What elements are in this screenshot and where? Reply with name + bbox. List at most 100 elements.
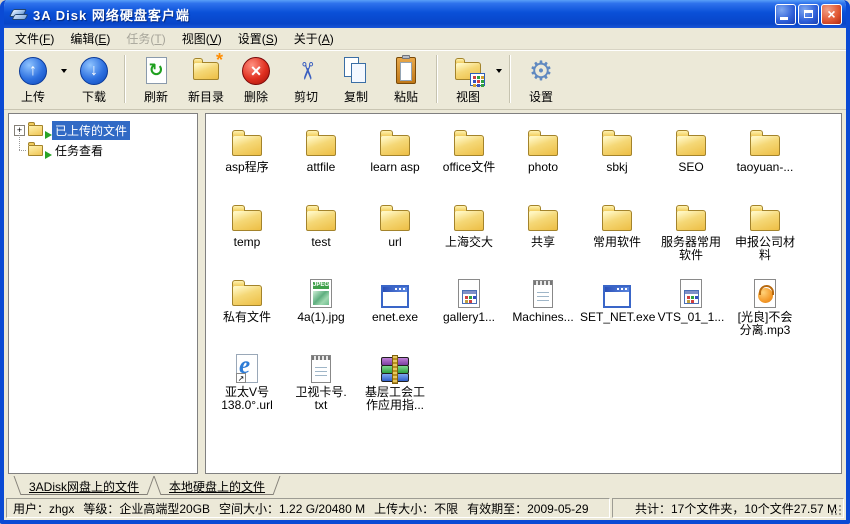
rar-icon [373, 347, 417, 383]
tab-local-disk-files[interactable]: 本地硬盘上的文件 [154, 476, 280, 496]
file-name: 上海交大 [445, 236, 493, 249]
dropdown-arrow-icon[interactable] [496, 69, 502, 73]
delete-button[interactable]: ×删除 [231, 53, 281, 106]
file-item[interactable]: temp [210, 197, 284, 272]
file-name: VTS_01_1... [658, 311, 725, 324]
file-name: 卫视卡号. txt [295, 386, 346, 412]
maximize-button[interactable] [798, 4, 819, 25]
folder-icon [447, 197, 491, 233]
html-icon [669, 272, 713, 308]
file-item[interactable]: 申报公司材 料 [728, 197, 802, 272]
upload-button[interactable]: ↑上传 [8, 53, 58, 106]
file-item[interactable]: 私有文件 [210, 272, 284, 347]
file-item[interactable]: enet.exe [358, 272, 432, 347]
file-name: 服务器常用 软件 [661, 236, 721, 262]
download-button[interactable]: ↓下载 [69, 53, 119, 106]
settings-button[interactable]: ⚙设置 [516, 53, 566, 106]
file-name: SET_NET.exe [580, 311, 654, 324]
file-item[interactable]: Machines... [506, 272, 580, 347]
view-icon [448, 55, 488, 87]
status-info-panel: 用户：zhgx等级：企业高端型20GB空间大小：1.22 G/20480 M上传… [6, 498, 610, 518]
folder-icon [669, 122, 713, 158]
file-name: taoyuan-... [737, 161, 794, 174]
exe-icon [595, 272, 639, 308]
file-item[interactable]: 上海交大 [432, 197, 506, 272]
file-item[interactable]: SET_NET.exe [580, 272, 654, 347]
folder-icon [521, 122, 565, 158]
file-item[interactable]: gallery1... [432, 272, 506, 347]
file-name: 4a(1).jpg [297, 311, 344, 324]
file-item[interactable]: taoyuan-... [728, 122, 802, 197]
paste-button[interactable]: 粘贴 [381, 53, 431, 106]
minimize-button[interactable] [775, 4, 796, 25]
toolbar-button-label: 刷新 [144, 88, 168, 105]
file-item[interactable]: test [284, 197, 358, 272]
tab-label: 本地硬盘上的文件 [169, 480, 265, 494]
menu-task[interactable]: 任务(T) [118, 28, 173, 49]
file-name: temp [234, 236, 261, 249]
folder-icon [595, 122, 639, 158]
folder-icon [299, 197, 343, 233]
file-item[interactable]: asp程序 [210, 122, 284, 197]
resize-grip[interactable] [829, 503, 842, 516]
task-view-folder-icon [28, 142, 48, 158]
file-item[interactable]: 常用软件 [580, 197, 654, 272]
file-name: sbkj [606, 161, 627, 174]
file-name: test [311, 236, 330, 249]
tab-label: 3ADisk网盘上的文件 [29, 480, 139, 494]
folder-icon [299, 122, 343, 158]
toolbar-separator [509, 55, 511, 103]
delete-icon: × [236, 55, 276, 87]
copy-button[interactable]: 复制 [331, 53, 381, 106]
html-icon [447, 272, 491, 308]
toolbar-button-label: 上传 [21, 88, 45, 105]
file-name: office文件 [443, 161, 495, 174]
file-item[interactable]: [光良]不会 分离.mp3 [728, 272, 802, 347]
dropdown-arrow-icon[interactable] [61, 69, 67, 73]
file-item[interactable]: 服务器常用 软件 [654, 197, 728, 272]
file-name: 亚太V号 138.0°.url [221, 386, 273, 412]
menu-about[interactable]: 关于(A) [286, 28, 342, 49]
file-item[interactable]: e↗亚太V号 138.0°.url [210, 347, 284, 422]
menu-edit[interactable]: 编辑(E) [62, 28, 118, 49]
file-item[interactable]: 基层工会工 作应用指... [358, 347, 432, 422]
file-item[interactable]: VTS_01_1... [654, 272, 728, 347]
file-item[interactable]: photo [506, 122, 580, 197]
file-grid: asp程序attfilelearn asp office文件 photo sbkj SE… [206, 114, 841, 422]
window-title: 3A Disk 网络硬盘客户端 [33, 5, 775, 24]
view-button[interactable]: 视图 [443, 53, 493, 106]
tab-network-disk-files[interactable]: 3ADisk网盘上的文件 [14, 476, 154, 496]
file-item[interactable]: learn asp [358, 122, 432, 197]
file-item[interactable]: attfile [284, 122, 358, 197]
status-field: 等级：企业高端型20GB [83, 500, 210, 517]
file-item[interactable]: sbkj [580, 122, 654, 197]
menu-settings[interactable]: 设置(S) [230, 28, 286, 49]
folder-icon [743, 197, 787, 233]
menu-file[interactable]: 文件(F) [7, 28, 62, 49]
new-folder-button[interactable]: *新目录 [181, 53, 231, 106]
file-item[interactable]: JPEG4a(1).jpg [284, 272, 358, 347]
file-item[interactable]: SEO [654, 122, 728, 197]
file-item[interactable]: 卫视卡号. txt [284, 347, 358, 422]
toolbar-button-label: 复制 [344, 88, 368, 105]
sidebar-item-uploaded-files[interactable]: +已上传的文件 [11, 120, 195, 140]
menu-view[interactable]: 视图(V) [174, 28, 230, 49]
close-button[interactable]: × [821, 4, 842, 25]
sidebar-item-task-view[interactable]: 任务查看 [11, 140, 195, 160]
file-name: [光良]不会 分离.mp3 [738, 311, 793, 337]
file-item[interactable]: 共享 [506, 197, 580, 272]
toolbar-button-label: 粘贴 [394, 88, 418, 105]
new-folder-icon: * [186, 55, 226, 87]
folder-tree-panel: +已上传的文件任务查看 [8, 113, 198, 474]
status-total: 共计：17个文件夹，10个文件27.57 M [635, 500, 837, 517]
maximize-icon [804, 10, 813, 18]
status-field: 空间大小：1.22 G/20480 M [219, 500, 365, 517]
file-item[interactable]: office文件 [432, 122, 506, 197]
file-item[interactable]: url [358, 197, 432, 272]
refresh-button[interactable]: ↻刷新 [131, 53, 181, 106]
cut-button[interactable]: ✂剪切 [281, 53, 331, 106]
tree-connector [14, 140, 25, 160]
folder-icon [447, 122, 491, 158]
exe-icon [373, 272, 417, 308]
file-name: SEO [678, 161, 703, 174]
